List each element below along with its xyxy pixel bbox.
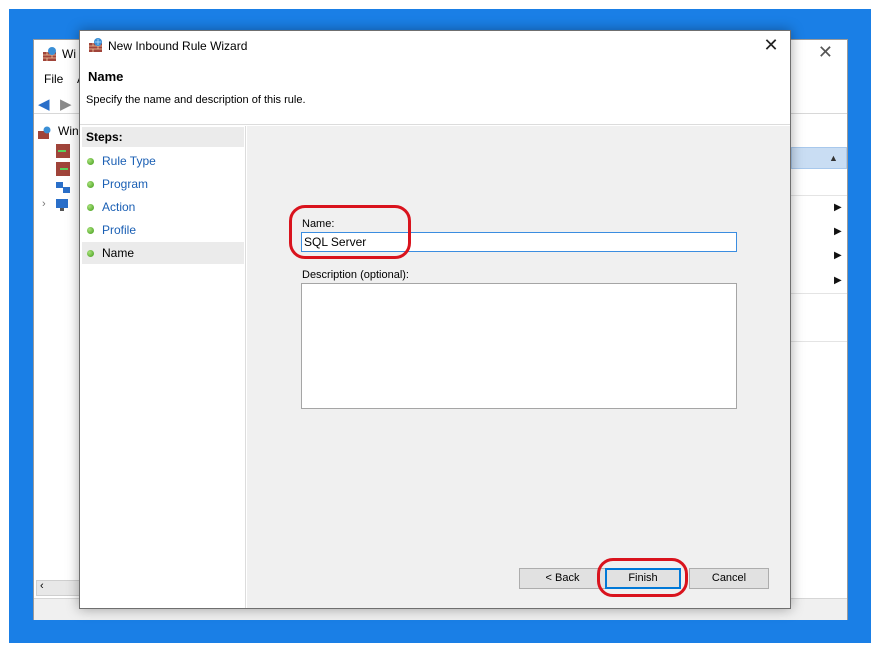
connection-security-icon[interactable] <box>56 180 70 194</box>
step-rule-type[interactable]: Rule Type <box>82 150 244 172</box>
actions-selected-header[interactable] <box>791 147 847 169</box>
submenu-arrow-icon[interactable]: ▶ <box>834 202 842 213</box>
tree-root-label[interactable]: Win <box>58 124 79 138</box>
firewall-icon <box>43 47 56 61</box>
steps-heading: Steps: <box>82 127 244 147</box>
new-inbound-rule-wizard: New Inbound Rule Wizard ✕ Name Specify t… <box>79 30 791 609</box>
step-program[interactable]: Program <box>82 173 244 195</box>
description-label: Description (optional): <box>302 269 409 281</box>
expand-caret-icon[interactable]: › <box>42 198 46 210</box>
steps-panel: Steps: Rule Type Program Action Profile … <box>80 126 246 608</box>
step-label: Action <box>102 200 136 214</box>
monitoring-icon[interactable] <box>56 198 70 212</box>
close-icon[interactable]: ✕ <box>760 34 782 56</box>
cancel-button[interactable]: Cancel <box>689 568 769 589</box>
name-label: Name: <box>302 218 335 230</box>
step-action[interactable]: Action <box>82 196 244 218</box>
inbound-rules-icon[interactable] <box>56 144 70 158</box>
step-complete-icon <box>87 204 94 211</box>
step-current-icon <box>87 250 94 257</box>
outbound-rules-icon[interactable] <box>56 162 70 176</box>
firewall-tree-icon <box>38 126 51 139</box>
back-button[interactable]: < Back <box>519 568 606 589</box>
submenu-arrow-icon[interactable]: ▶ <box>834 226 842 237</box>
back-arrow-icon[interactable]: ◀ <box>38 95 50 113</box>
name-input[interactable] <box>301 232 737 252</box>
divider <box>791 195 847 196</box>
wizard-content: Name: Description (optional): < Back Fin… <box>247 126 790 608</box>
page-subtitle: Specify the name and description of this… <box>86 94 306 106</box>
dialog-title: New Inbound Rule Wizard <box>108 39 248 53</box>
divider <box>791 293 847 294</box>
background-window-title: Wi <box>62 47 76 61</box>
step-name[interactable]: Name <box>82 242 244 264</box>
step-profile[interactable]: Profile <box>82 219 244 241</box>
background-close-icon[interactable]: ✕ <box>818 42 833 63</box>
submenu-arrow-icon[interactable]: ▶ <box>834 250 842 261</box>
collapse-up-icon[interactable]: ▲ <box>829 153 838 163</box>
step-complete-icon <box>87 227 94 234</box>
description-field[interactable] <box>301 283 737 409</box>
step-label: Profile <box>102 223 137 237</box>
scroll-left-icon[interactable]: ‹ <box>40 580 44 592</box>
submenu-arrow-icon[interactable]: ▶ <box>834 275 842 286</box>
forward-arrow-icon[interactable]: ▶ <box>60 95 72 113</box>
page-title: Name <box>88 69 124 84</box>
dialog-titlebar[interactable]: New Inbound Rule Wizard ✕ <box>80 31 790 61</box>
step-complete-icon <box>87 181 94 188</box>
step-label: Rule Type <box>102 154 156 168</box>
firewall-icon <box>89 38 102 52</box>
step-label: Program <box>102 177 149 191</box>
wizard-header: Name Specify the name and description of… <box>80 61 790 125</box>
step-label: Name <box>102 246 135 260</box>
divider <box>791 341 847 342</box>
finish-button[interactable]: Finish <box>605 568 681 589</box>
menu-file[interactable]: File <box>44 72 63 86</box>
step-complete-icon <box>87 158 94 165</box>
